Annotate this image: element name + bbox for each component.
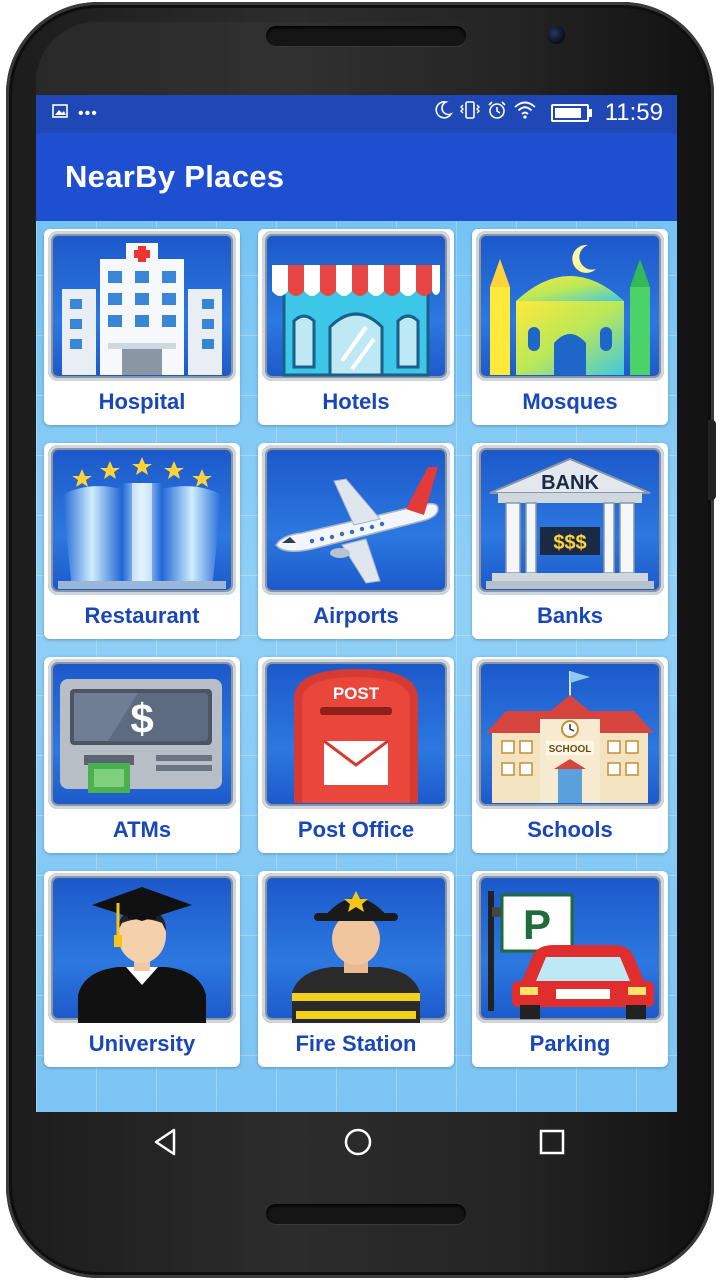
place-tile-hospital[interactable]: Hospital [44,229,240,425]
school-icon: SCHOOL [476,659,664,809]
mailbox-icon: POST [262,659,450,809]
navigation-bar [36,1112,677,1172]
clock-time: 11:59 [604,99,663,126]
firefighter-icon [262,873,450,1023]
wifi-icon [513,99,537,127]
place-label: Mosques [522,389,618,414]
place-label: Restaurant [84,603,200,628]
app-title: NearBy Places [65,159,285,194]
atm-icon: $ [48,659,236,809]
place-tile-fire-station[interactable]: Fire Station [258,871,454,1067]
place-tile-airports[interactable]: Airports [258,443,454,639]
moon-icon [433,99,453,127]
parking-icon: P [476,873,664,1023]
place-label: Schools [527,817,613,842]
place-tile-banks[interactable]: BANK $$$ Banks [472,443,668,639]
place-label: ATMs [112,817,172,842]
side-button [708,420,716,500]
atm-dollar-text: $ [130,695,153,742]
hospital-icon [48,231,236,381]
mosque-icon [476,231,664,381]
place-tile-restaurant[interactable]: Restaurant [44,443,240,639]
back-icon[interactable] [146,1124,186,1160]
more-dots-icon: ••• [78,104,98,122]
place-label: Parking [529,1031,611,1056]
place-label: Hotels [322,389,390,414]
place-label: Banks [536,603,604,628]
hotel-icon [262,231,450,381]
place-tile-atms[interactable]: $ ATMs [44,657,240,853]
place-label: Fire Station [295,1031,417,1056]
screen: ••• 11:59 NearBy Places Hospital Hotels … [36,95,677,1112]
airplane-icon [262,445,450,595]
graduate-icon [48,873,236,1023]
bank-sign-text: BANK [541,472,599,494]
vibrate-icon [459,99,481,127]
place-tile-parking[interactable]: P Parking [472,871,668,1067]
places-grid: Hospital Hotels Mosques Restaurant Airpo… [44,229,670,1067]
alarm-icon [487,99,507,127]
place-label: Airports [313,603,399,628]
school-sign-text: SCHOOL [549,744,592,755]
place-tile-mosques[interactable]: Mosques [472,229,668,425]
place-tile-hotels[interactable]: Hotels [258,229,454,425]
battery-icon [550,104,592,122]
place-label: University [88,1031,196,1056]
parking-sign-text: P [523,901,551,948]
status-bar: ••• 11:59 [36,95,677,133]
bottom-speaker [266,1204,466,1224]
image-icon [52,104,68,123]
bank-money-text: $$$ [553,532,586,554]
earpiece-speaker [266,26,466,46]
place-label: Post Office [297,817,415,842]
app-bar: NearBy Places [36,133,677,221]
home-icon[interactable] [338,1124,378,1160]
restaurant-icon [48,445,236,595]
place-label: Hospital [98,389,186,414]
place-tile-university[interactable]: University [44,871,240,1067]
place-tile-post-office[interactable]: POST Post Office [258,657,454,853]
front-camera [547,26,565,44]
bank-icon: BANK $$$ [476,445,664,595]
place-tile-schools[interactable]: SCHOOL Schools [472,657,668,853]
post-sign-text: POST [333,684,380,703]
recents-icon[interactable] [532,1124,572,1160]
